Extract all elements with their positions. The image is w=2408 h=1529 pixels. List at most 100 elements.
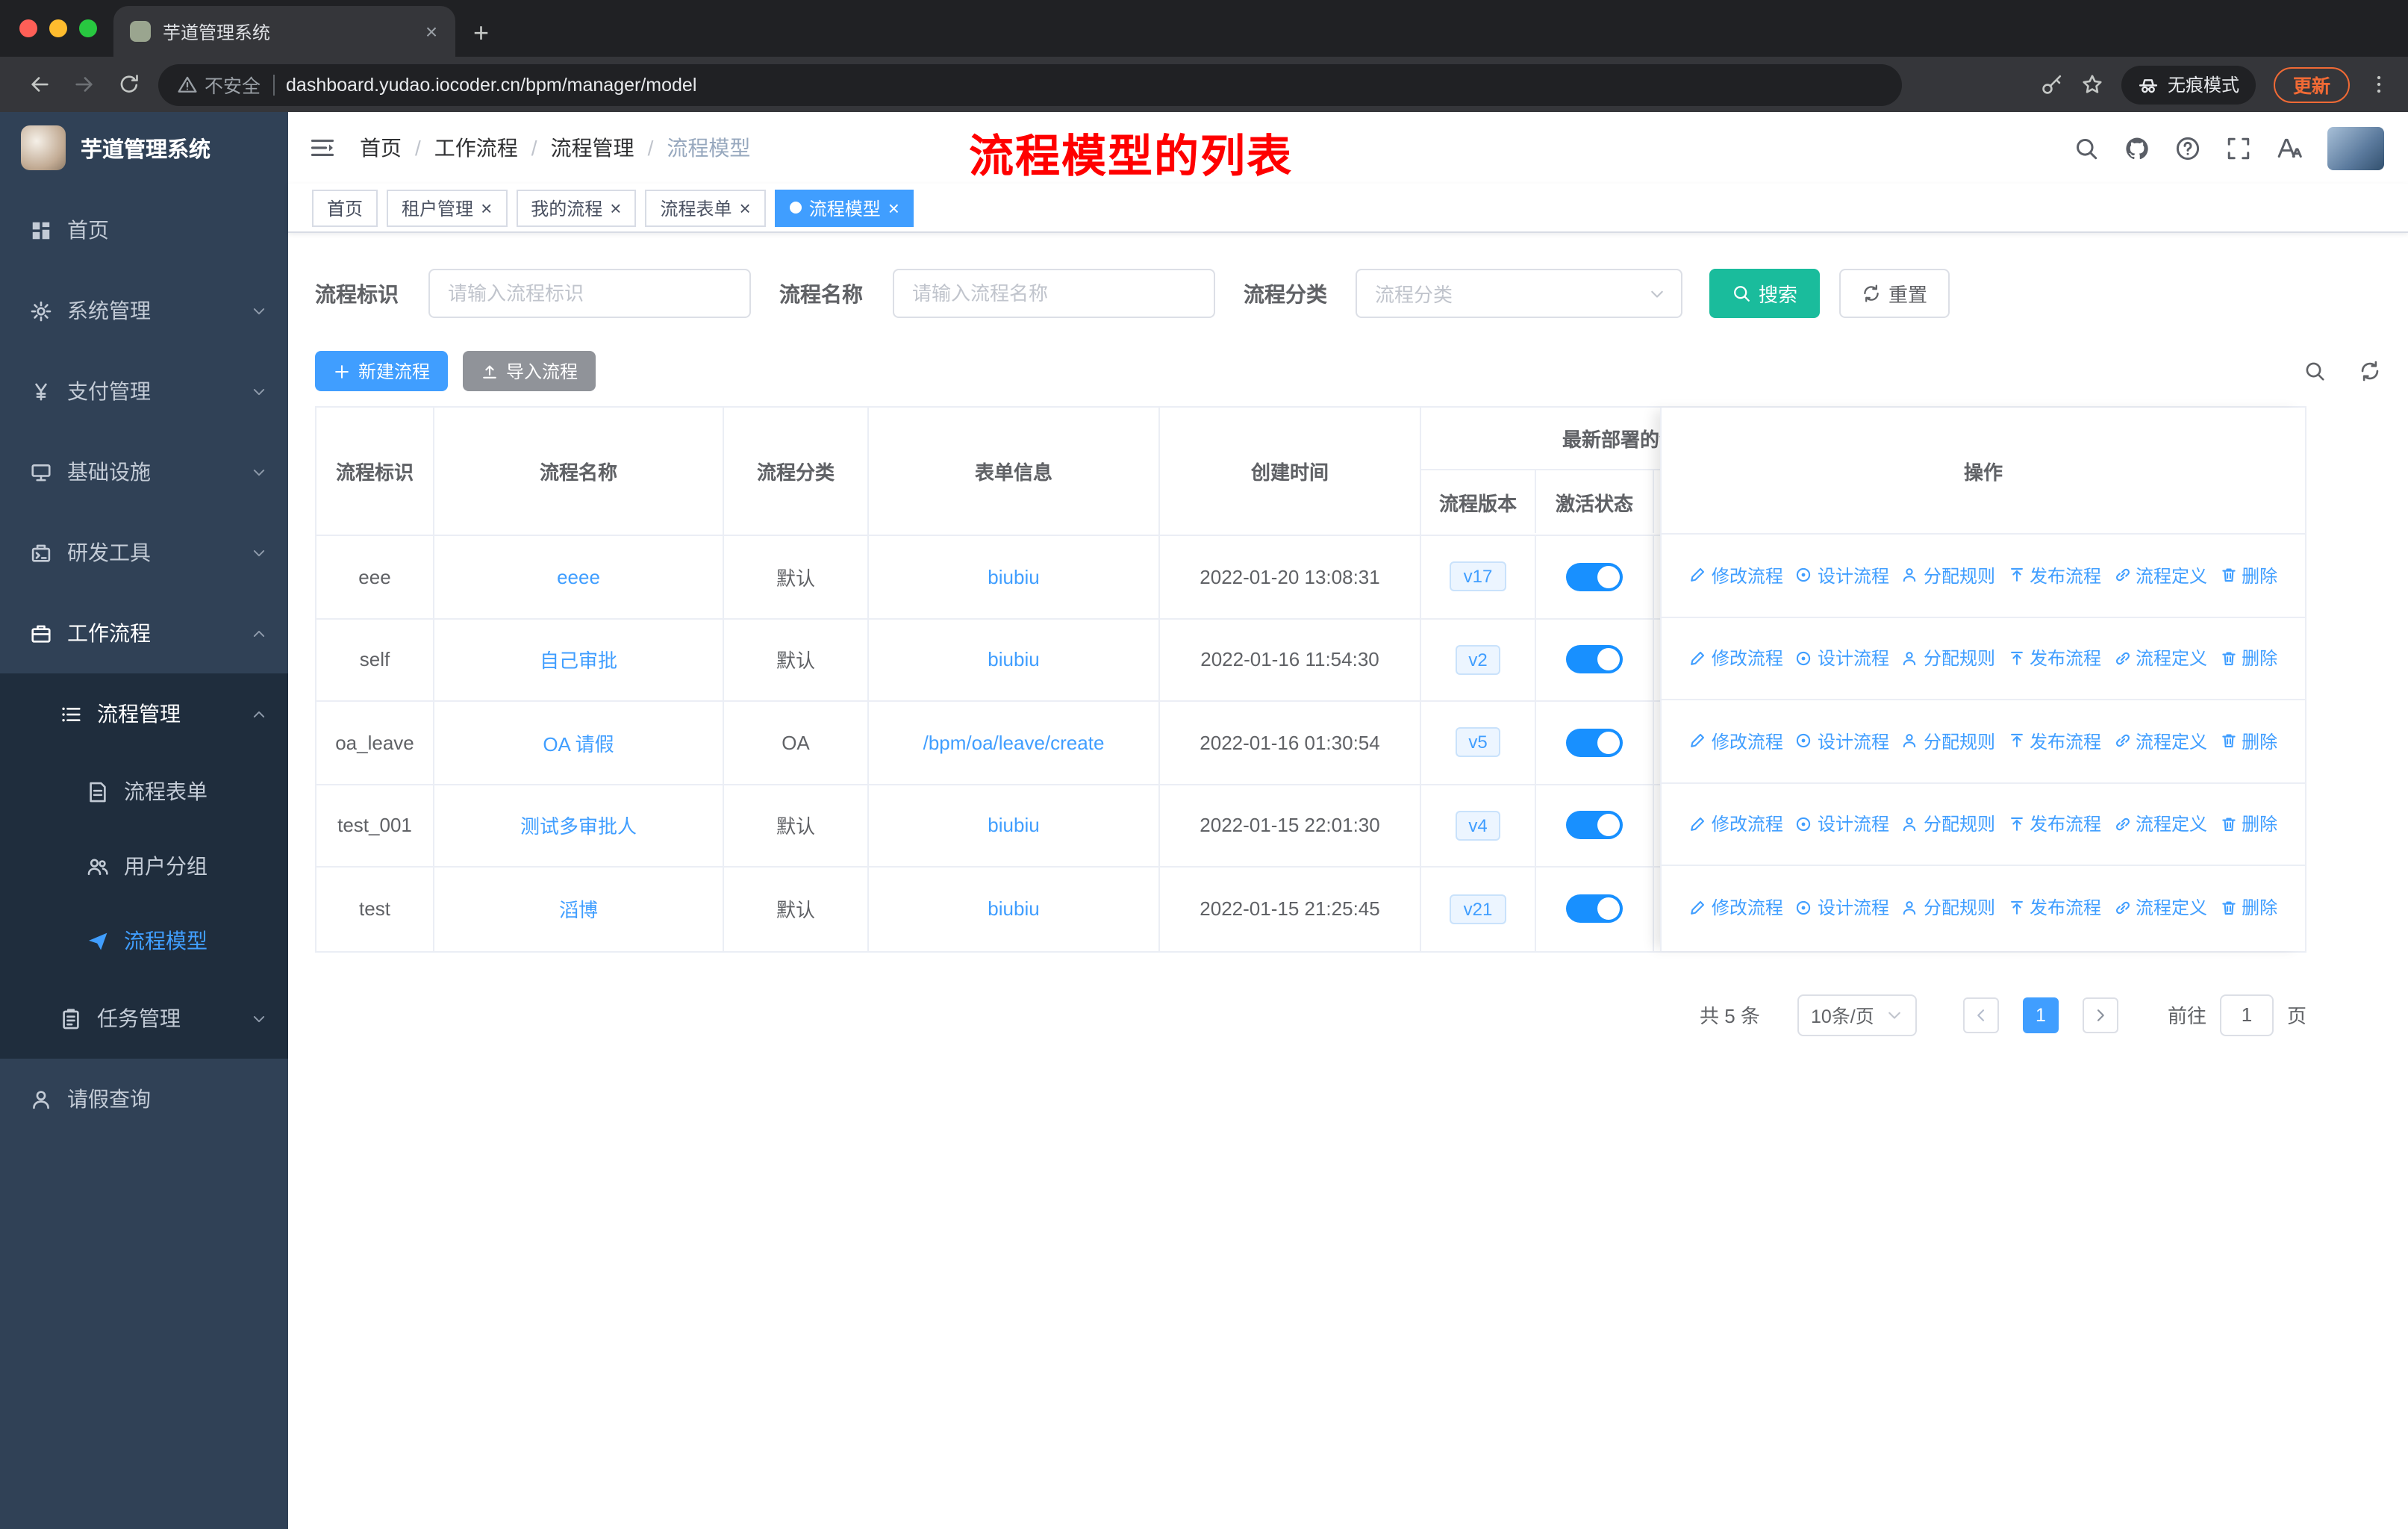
new-tab-button[interactable]: + — [473, 19, 489, 46]
form-link[interactable]: /bpm/oa/leave/create — [923, 732, 1105, 754]
process-id-input[interactable] — [428, 269, 751, 318]
reset-button[interactable]: 重置 — [1839, 269, 1950, 318]
sidebar-item[interactable]: 工作流程 — [0, 593, 288, 673]
edit-action[interactable]: 修改流程 — [1689, 729, 1783, 754]
close-icon[interactable]: × — [888, 198, 899, 217]
link-action[interactable]: 流程定义 — [2113, 563, 2207, 588]
active-toggle[interactable] — [1566, 894, 1623, 924]
form-link[interactable]: biubiu — [988, 566, 1039, 588]
process-name-link[interactable]: eeee — [557, 566, 600, 588]
edit-action[interactable]: 修改流程 — [1689, 812, 1783, 837]
sidebar-item[interactable]: 基础设施 — [0, 432, 288, 512]
process-name-link[interactable]: 滔博 — [559, 895, 598, 924]
delete-action[interactable]: 删除 — [2219, 646, 2277, 671]
link-action[interactable]: 流程定义 — [2113, 646, 2207, 671]
breadcrumb-item[interactable]: 流程管理 — [551, 133, 634, 163]
bookmark-star-icon[interactable] — [2081, 73, 2103, 96]
current-page[interactable]: 1 — [2022, 997, 2059, 1033]
link-action[interactable]: 流程定义 — [2113, 729, 2207, 754]
design-action[interactable]: 设计流程 — [1795, 812, 1889, 837]
sidebar-item[interactable]: 系统管理 — [0, 270, 288, 351]
active-toggle[interactable] — [1566, 645, 1623, 674]
sidebar-item[interactable]: 流程表单 — [0, 754, 288, 829]
delete-action[interactable]: 删除 — [2219, 729, 2277, 754]
reload-button[interactable] — [107, 63, 149, 105]
breadcrumb-item[interactable]: 首页 — [360, 133, 402, 163]
user-avatar[interactable] — [2327, 126, 2384, 169]
page-size-select[interactable]: 10条/页 — [1797, 994, 1917, 1036]
tag-首页[interactable]: 首页 — [312, 189, 378, 226]
active-toggle[interactable] — [1566, 811, 1623, 840]
delete-action[interactable]: 删除 — [2219, 812, 2277, 837]
tag-流程表单[interactable]: 流程表单 × — [645, 189, 766, 226]
browser-tab[interactable]: 芋道管理系统 × — [113, 6, 455, 57]
category-select[interactable]: 流程分类 — [1356, 269, 1682, 318]
address-bar[interactable]: 不安全 dashboard.yudao.iocoder.cn/bpm/manag… — [158, 63, 1902, 105]
form-link[interactable]: biubiu — [988, 898, 1039, 921]
publish-action[interactable]: 发布流程 — [2007, 563, 2101, 588]
search-button[interactable]: 搜索 — [1709, 269, 1821, 318]
help-icon[interactable] — [2175, 135, 2200, 161]
sidebar-item[interactable]: 流程管理 — [0, 673, 288, 754]
active-toggle[interactable] — [1566, 562, 1623, 591]
close-window-button[interactable] — [19, 19, 37, 37]
import-process-button[interactable]: 导入流程 — [463, 351, 596, 391]
collapse-sidebar-icon[interactable] — [309, 134, 336, 161]
tag-流程模型[interactable]: 流程模型 × — [774, 189, 914, 226]
header-search-icon[interactable] — [2074, 135, 2099, 161]
maximize-window-button[interactable] — [79, 19, 97, 37]
font-size-icon[interactable] — [2277, 135, 2302, 161]
sidebar-item[interactable]: 支付管理 — [0, 351, 288, 432]
sidebar-item[interactable]: 请假查询 — [0, 1059, 288, 1139]
refresh-table-icon[interactable] — [2359, 360, 2381, 382]
publish-action[interactable]: 发布流程 — [2007, 729, 2101, 754]
tag-我的流程[interactable]: 我的流程 × — [516, 189, 637, 226]
process-name-link[interactable]: 测试多审批人 — [520, 812, 637, 840]
form-link[interactable]: biubiu — [988, 649, 1039, 671]
close-icon[interactable]: × — [610, 198, 621, 217]
close-icon[interactable]: × — [481, 198, 492, 217]
sidebar-item[interactable]: 用户分组 — [0, 829, 288, 903]
assign-action[interactable]: 分配规则 — [1901, 563, 1995, 588]
edit-action[interactable]: 修改流程 — [1689, 895, 1783, 921]
edit-action[interactable]: 修改流程 — [1689, 646, 1783, 671]
assign-action[interactable]: 分配规则 — [1901, 729, 1995, 754]
delete-action[interactable]: 删除 — [2219, 895, 2277, 921]
assign-action[interactable]: 分配规则 — [1901, 812, 1995, 837]
design-action[interactable]: 设计流程 — [1795, 563, 1889, 588]
design-action[interactable]: 设计流程 — [1795, 895, 1889, 921]
tag-租户管理[interactable]: 租户管理 × — [387, 189, 508, 226]
browser-menu-icon[interactable] — [2368, 73, 2390, 96]
active-toggle[interactable] — [1566, 728, 1623, 757]
publish-action[interactable]: 发布流程 — [2007, 812, 2101, 837]
process-name-input[interactable] — [893, 269, 1215, 318]
create-process-button[interactable]: 新建流程 — [315, 351, 449, 391]
fullscreen-icon[interactable] — [2226, 135, 2251, 161]
form-link[interactable]: biubiu — [988, 815, 1039, 837]
sidebar-item[interactable]: 流程模型 — [0, 903, 288, 978]
design-action[interactable]: 设计流程 — [1795, 646, 1889, 671]
password-key-icon[interactable] — [2041, 73, 2063, 96]
assign-action[interactable]: 分配规则 — [1901, 895, 1995, 921]
delete-action[interactable]: 删除 — [2219, 563, 2277, 588]
toggle-search-icon[interactable] — [2303, 360, 2326, 382]
tab-close-icon[interactable]: × — [419, 19, 443, 43]
publish-action[interactable]: 发布流程 — [2007, 646, 2101, 671]
design-action[interactable]: 设计流程 — [1795, 729, 1889, 754]
next-page-button[interactable] — [2082, 997, 2118, 1033]
sidebar-item[interactable]: 研发工具 — [0, 512, 288, 593]
link-action[interactable]: 流程定义 — [2113, 812, 2207, 837]
process-name-link[interactable]: 自己审批 — [540, 646, 617, 674]
goto-page-input[interactable] — [2219, 994, 2274, 1036]
link-action[interactable]: 流程定义 — [2113, 895, 2207, 921]
edit-action[interactable]: 修改流程 — [1689, 563, 1783, 588]
back-button[interactable] — [18, 63, 60, 105]
sidebar-logo[interactable]: 芋道管理系统 — [0, 112, 288, 184]
prev-page-button[interactable] — [1962, 997, 1999, 1033]
breadcrumb-item[interactable]: 工作流程 — [434, 133, 518, 163]
forward-button[interactable] — [63, 63, 105, 105]
sidebar-item[interactable]: 任务管理 — [0, 978, 288, 1059]
publish-action[interactable]: 发布流程 — [2007, 895, 2101, 921]
process-name-link[interactable]: OA 请假 — [543, 729, 614, 757]
minimize-window-button[interactable] — [49, 19, 67, 37]
